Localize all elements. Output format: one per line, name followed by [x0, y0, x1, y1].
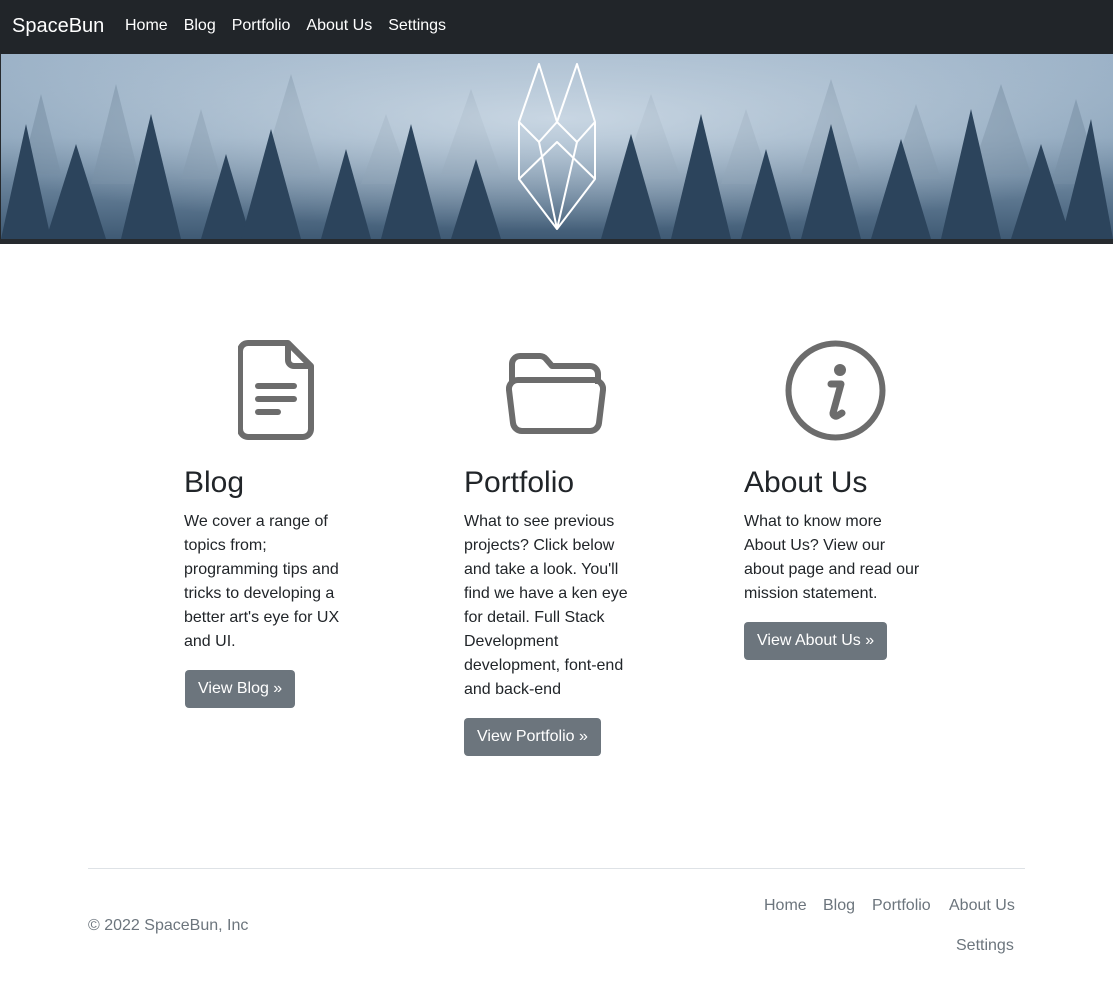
text-line: What to know more: [744, 513, 882, 530]
text-line: Development: [464, 633, 559, 650]
view-portfolio-button[interactable]: View Portfolio »: [464, 718, 601, 756]
feature-description: What to see previous projects? Click bel…: [464, 510, 628, 702]
footer-link-about-us[interactable]: About Us: [949, 895, 1015, 917]
footer-link-home[interactable]: Home: [764, 895, 807, 917]
nav-link-blog[interactable]: Blog: [184, 15, 216, 37]
text-line: find we have a ken eye: [464, 585, 628, 602]
hero-banner: [0, 54, 1113, 244]
text-line: About Us? View our: [744, 537, 886, 554]
text-line: projects? Click below: [464, 537, 615, 554]
feature-description: We cover a range of topics from; program…: [184, 510, 339, 654]
view-blog-button[interactable]: View Blog »: [185, 670, 296, 708]
document-icon: [238, 340, 314, 440]
nav-link-home[interactable]: Home: [125, 15, 168, 37]
footer-link-settings[interactable]: Settings: [956, 935, 1014, 957]
footer-link-blog[interactable]: Blog: [823, 895, 855, 917]
nav-link-settings[interactable]: Settings: [388, 15, 446, 37]
text-line: and back-end: [464, 681, 561, 698]
text-line: mission statement.: [744, 585, 878, 602]
text-line: and UI.: [184, 633, 236, 650]
forest-banner-image: [1, 54, 1113, 239]
footer-divider: [88, 868, 1025, 869]
text-line: about page and read our: [744, 561, 920, 578]
folder-icon: [506, 353, 606, 435]
text-line: for detail. Full Stack: [464, 609, 605, 626]
text-line: What to see previous: [464, 513, 615, 530]
text-line: tricks to developing a: [184, 585, 335, 602]
text-line: development, font-end: [464, 657, 624, 674]
feature-description: What to know more About Us? View our abo…: [744, 510, 919, 606]
info-icon: [785, 340, 886, 441]
feature-title: Blog: [184, 466, 245, 499]
brand-logo[interactable]: SpaceBun: [12, 13, 104, 39]
nav-links: Home Blog Portfolio About Us Settings: [125, 15, 462, 37]
view-about-us-button[interactable]: View About Us »: [744, 622, 888, 660]
copyright-text: © 2022 SpaceBun, Inc: [88, 917, 249, 934]
feature-title: Portfolio: [464, 466, 575, 499]
nav-link-about-us[interactable]: About Us: [306, 15, 372, 37]
footer-link-portfolio[interactable]: Portfolio: [872, 895, 931, 917]
text-line: topics from;: [184, 537, 267, 554]
text-line: better art's eye for UX: [184, 609, 340, 626]
text-line: and take a look. You'll: [464, 561, 619, 578]
feature-title: About Us: [744, 466, 868, 499]
top-navbar: SpaceBun Home Blog Portfolio About Us Se…: [0, 0, 1113, 54]
text-line: We cover a range of: [184, 513, 328, 530]
nav-link-portfolio[interactable]: Portfolio: [232, 15, 291, 37]
text-line: programming tips and: [184, 561, 339, 578]
